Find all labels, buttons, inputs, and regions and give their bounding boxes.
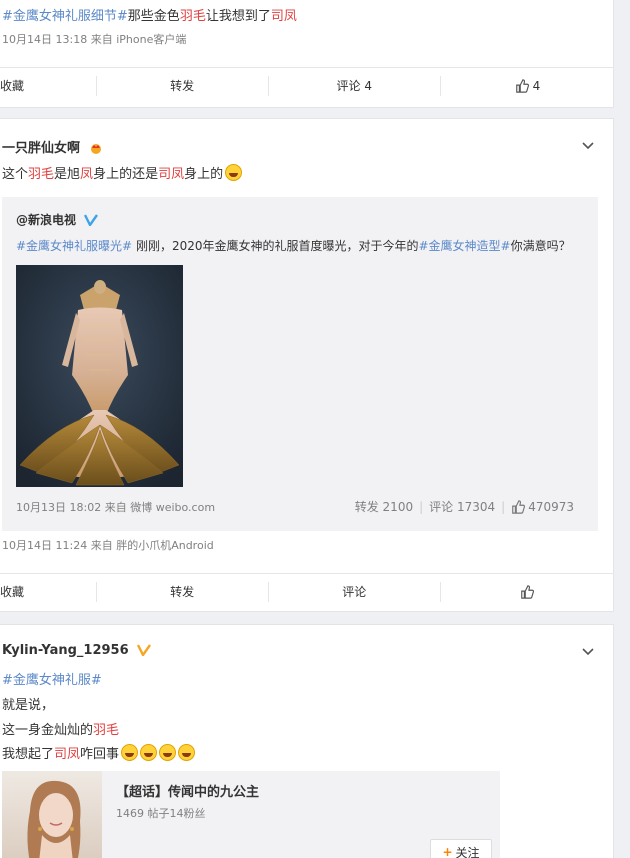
laughing-cry-emoji-icon	[225, 164, 243, 181]
repost-source[interactable]: 微博 weibo.com	[130, 501, 215, 514]
chevron-down-icon[interactable]	[581, 139, 595, 153]
post-source[interactable]: iPhone客户端	[116, 33, 186, 46]
reposted-post: @新浪电视 #金鹰女神礼服曝光# 刚刚，2020年金鹰女神的礼服首度曝光，对于今…	[2, 197, 598, 531]
post-card-2: 一只胖仙女啊 这个羽毛是旭凤身上的还是司凤身上的 @新浪电视 #金鹰女神礼服曝光…	[0, 118, 614, 612]
keyword-highlight[interactable]: 凤	[80, 167, 93, 182]
topic-stats: 1469 帖子14粉丝	[116, 807, 206, 820]
post-text: #金鹰女神礼服细节#那些金色羽毛让我想到了司凤	[2, 9, 297, 24]
laughing-cry-emoji-icon	[140, 744, 158, 761]
like-button[interactable]	[441, 574, 614, 609]
post-card-1: #金鹰女神礼服细节#那些金色羽毛让我想到了司凤 10月14日 13:18 来自 …	[0, 0, 614, 108]
repost-stats: 转发 2100 | 评论 17304 | 470973	[354, 498, 574, 515]
crown-badge-icon	[90, 144, 101, 154]
follow-button[interactable]: + 关注	[430, 839, 492, 858]
post-meta: 10月14日 11:24 来自 胖的小爪机Android	[2, 539, 214, 552]
plus-icon: +	[442, 845, 453, 858]
verified-v-icon	[137, 644, 152, 656]
thumbs-up-icon	[515, 78, 529, 93]
keyword-highlight[interactable]: 司凤	[158, 167, 184, 182]
laughing-cry-emoji-icon	[121, 744, 139, 761]
repost-time[interactable]: 10月13日 18:02	[16, 501, 101, 514]
dress-photo[interactable]	[16, 265, 183, 487]
collect-button[interactable]: 收藏	[0, 68, 96, 103]
post-line: 这一身金灿灿的羽毛	[2, 723, 120, 738]
super-topic-card[interactable]: 【超话】传闻中的九公主 1469 帖子14粉丝 + 关注	[2, 771, 500, 858]
post-card-3: Kylin-Yang_12956 #金鹰女神礼服# 就是说， 这一身金灿灿的羽毛…	[0, 624, 614, 858]
username[interactable]: 一只胖仙女啊	[2, 137, 103, 156]
post-source[interactable]: 胖的小爪机Android	[116, 539, 214, 552]
action-bar: 收藏 转发 评论 4 4	[0, 67, 614, 103]
post-time[interactable]: 10月14日 11:24	[2, 539, 87, 552]
action-bar: 收藏 转发 评论	[0, 573, 614, 609]
hashtag-link[interactable]: #金鹰女神礼服曝光#	[16, 239, 132, 253]
verified-v-icon	[84, 214, 99, 226]
repost-author[interactable]: @新浪电视	[16, 211, 99, 228]
topic-title: 【超话】传闻中的九公主	[116, 785, 260, 800]
repost-meta: 10月13日 18:02 来自 微博 weibo.com	[16, 501, 216, 514]
repost-count-button[interactable]: 转发 2100	[355, 498, 413, 515]
post-line: 就是说，	[2, 698, 55, 713]
collect-button[interactable]: 收藏	[0, 574, 96, 609]
keyword-highlight[interactable]: 羽毛	[180, 9, 206, 24]
post-line: #金鹰女神礼服#	[2, 669, 102, 688]
keyword-highlight[interactable]: 司凤	[271, 9, 297, 24]
like-button[interactable]: 4	[441, 68, 614, 103]
hashtag-link[interactable]: #金鹰女神礼服#	[2, 673, 102, 688]
keyword-highlight[interactable]: 司凤	[54, 747, 80, 762]
like-count-button[interactable]: 470973	[511, 500, 574, 514]
hashtag-link[interactable]: #金鹰女神造型#	[418, 239, 510, 253]
keyword-highlight[interactable]: 羽毛	[93, 723, 119, 738]
comment-count-button[interactable]: 评论 17304	[429, 498, 495, 515]
topic-avatar	[2, 771, 102, 858]
post-time[interactable]: 10月14日 13:18	[2, 33, 87, 46]
repost-button[interactable]: 转发	[97, 68, 268, 103]
comment-button[interactable]: 评论	[269, 574, 440, 609]
username[interactable]: Kylin-Yang_12956	[2, 643, 152, 658]
chevron-down-icon[interactable]	[581, 645, 595, 659]
laughing-cry-emoji-icon	[178, 744, 196, 761]
repost-text: #金鹰女神礼服曝光# 刚刚，2020年金鹰女神的礼服首度曝光，对于今年的#金鹰女…	[16, 239, 571, 253]
repost-button[interactable]: 转发	[97, 574, 268, 609]
comment-button[interactable]: 评论 4	[269, 68, 440, 103]
keyword-highlight[interactable]: 羽毛	[28, 167, 54, 182]
thumbs-up-icon	[521, 584, 535, 599]
thumbs-up-icon	[512, 499, 526, 514]
post-line: 我想起了司凤咋回事	[2, 743, 196, 762]
post-meta: 10月14日 13:18 来自 iPhone客户端	[2, 33, 187, 46]
post-text: 这个羽毛是旭凤身上的还是司凤身上的	[2, 163, 243, 182]
laughing-cry-emoji-icon	[159, 744, 177, 761]
hashtag-link[interactable]: #金鹰女神礼服细节#	[2, 9, 128, 24]
